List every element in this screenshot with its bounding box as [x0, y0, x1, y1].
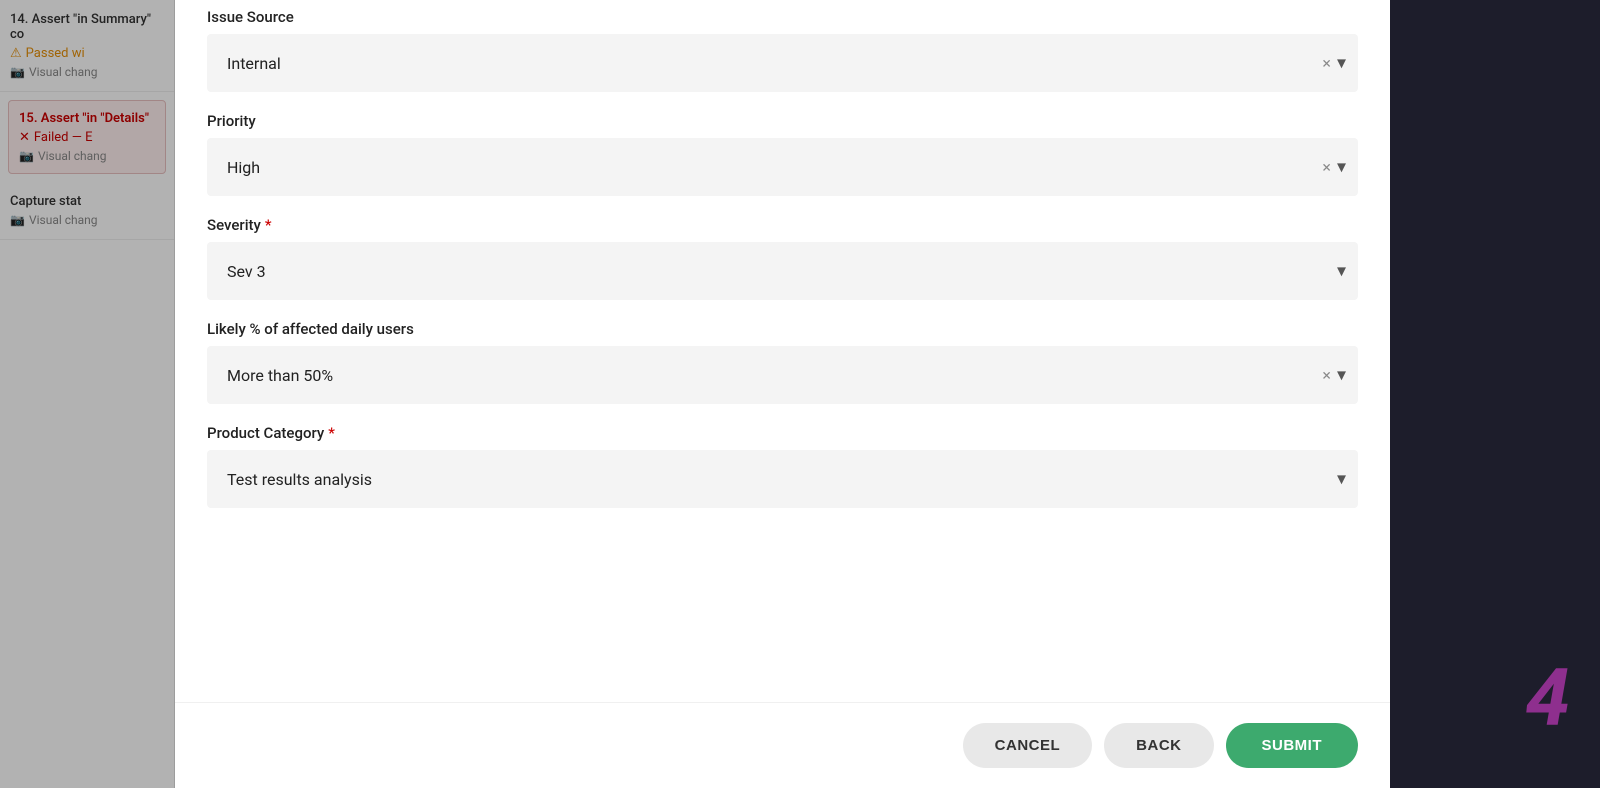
severity-label: Severity *: [207, 216, 1358, 234]
priority-label: Priority: [207, 112, 1358, 130]
product-category-chevron-icon[interactable]: ▾: [1337, 469, 1346, 490]
field-group-issue-source: Issue Source Internal × ▾: [207, 8, 1358, 92]
modal-footer: CANCEL BACK SUBMIT: [175, 702, 1390, 788]
field-group-affected-users: Likely % of affected daily users More th…: [207, 320, 1358, 404]
priority-icons: × ▾: [1322, 157, 1346, 178]
issue-source-clear-icon[interactable]: ×: [1322, 54, 1331, 73]
issue-source-label: Issue Source: [207, 8, 1358, 26]
affected-users-chevron-icon[interactable]: ▾: [1337, 365, 1346, 386]
severity-chevron-icon[interactable]: ▾: [1337, 261, 1346, 282]
product-category-select[interactable]: Test results analysis ▾: [207, 450, 1358, 508]
issue-source-select[interactable]: Internal × ▾: [207, 34, 1358, 92]
modal-body: Issue Source Internal × ▾ Priority High …: [175, 0, 1390, 702]
issue-source-chevron-icon[interactable]: ▾: [1337, 53, 1346, 74]
affected-users-clear-icon[interactable]: ×: [1322, 366, 1331, 385]
product-category-label: Product Category *: [207, 424, 1358, 442]
affected-users-select[interactable]: More than 50% × ▾: [207, 346, 1358, 404]
affected-users-label: Likely % of affected daily users: [207, 320, 1358, 338]
severity-required-star: *: [265, 216, 272, 234]
priority-select[interactable]: High × ▾: [207, 138, 1358, 196]
field-group-priority: Priority High × ▾: [207, 112, 1358, 196]
affected-users-icons: × ▾: [1322, 365, 1346, 386]
modal-dialog: Issue Source Internal × ▾ Priority High …: [175, 0, 1390, 788]
cancel-button[interactable]: CANCEL: [963, 723, 1093, 768]
field-group-severity: Severity * Sev 3 ▾: [207, 216, 1358, 300]
priority-clear-icon[interactable]: ×: [1322, 158, 1331, 177]
back-button[interactable]: BACK: [1104, 723, 1213, 768]
submit-button[interactable]: SUBMIT: [1226, 723, 1359, 768]
priority-chevron-icon[interactable]: ▾: [1337, 157, 1346, 178]
product-category-icons: ▾: [1337, 469, 1346, 490]
product-category-required-star: *: [328, 424, 335, 442]
field-group-product-category: Product Category * Test results analysis…: [207, 424, 1358, 508]
issue-source-icons: × ▾: [1322, 53, 1346, 74]
severity-select[interactable]: Sev 3 ▾: [207, 242, 1358, 300]
severity-icons: ▾: [1337, 261, 1346, 282]
